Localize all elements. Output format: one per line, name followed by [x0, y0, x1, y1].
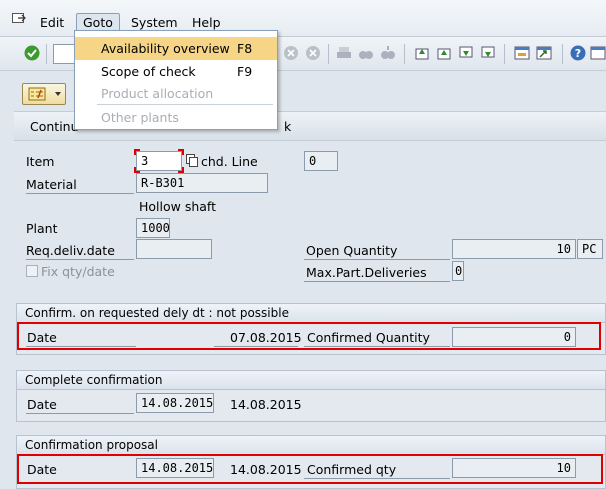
highlight-box	[17, 454, 603, 484]
plant-field: 1000	[136, 218, 170, 238]
sched-line-label: chd. Line	[201, 154, 258, 169]
menu-window-icon[interactable]	[12, 13, 26, 25]
material-description: Hollow shaft	[139, 199, 217, 214]
new-session-icon[interactable]	[514, 45, 530, 61]
menu-item-scope-of-check[interactable]: Scope of check F9	[75, 60, 277, 83]
action-menu-button[interactable]	[22, 83, 66, 105]
date-label: Date	[27, 397, 57, 412]
menu-system[interactable]: System	[131, 15, 178, 30]
material-field: R-B301	[136, 173, 268, 193]
item-label: Item	[26, 154, 55, 169]
continue-button[interactable]: Continu	[30, 119, 79, 134]
open-quantity-label: Open Quantity	[306, 243, 398, 258]
req-deliv-date-label: Req.deliv.date	[26, 243, 115, 258]
menu-item-availability-overview[interactable]: Availability overview F8	[75, 37, 277, 60]
open-quantity-field: 10	[452, 239, 576, 259]
shortcut-icon[interactable]	[536, 45, 552, 61]
req-deliv-date-field	[136, 239, 212, 259]
required-marker	[178, 149, 184, 155]
sched-line-field: 0	[304, 151, 338, 171]
complete-confirmation-date-text: 14.08.2015	[230, 397, 302, 412]
main-content: Continu k Item 3 chd. Line 0 Material R-…	[0, 71, 606, 489]
first-page-icon[interactable]	[414, 45, 430, 61]
fix-qty-label: Fix qty/date	[41, 264, 115, 279]
max-part-deliveries-label: Max.Part.Deliveries	[306, 265, 427, 280]
menu-item-product-allocation: Product allocation	[101, 86, 214, 101]
print-icon[interactable]	[336, 45, 352, 61]
find-icon[interactable]	[358, 45, 374, 61]
group-title: Confirm. on requested dely dt : not poss…	[17, 304, 605, 323]
next-page-icon[interactable]	[458, 45, 474, 61]
item-field[interactable]: 3	[136, 151, 182, 171]
copy-icon[interactable]	[186, 154, 198, 167]
group-title: Complete confirmation	[17, 371, 605, 390]
goto-dropdown-menu: Availability overview F8 Scope of check …	[74, 30, 278, 130]
material-label: Material	[26, 177, 77, 192]
find-next-icon[interactable]	[380, 45, 396, 61]
exit-icon[interactable]	[305, 45, 321, 61]
complete-confirmation-group: Complete confirmation	[16, 370, 606, 422]
last-page-icon[interactable]	[480, 45, 496, 61]
open-quantity-unit: PC	[577, 239, 603, 259]
menu-help[interactable]: Help	[192, 15, 221, 30]
cancel-icon[interactable]	[283, 45, 299, 61]
enter-check-icon[interactable]	[24, 45, 40, 61]
help-icon[interactable]: ?	[570, 45, 586, 61]
svg-text:?: ?	[575, 47, 581, 60]
customize-layout-icon[interactable]	[590, 45, 606, 61]
max-part-deliveries-field: 0	[452, 261, 464, 281]
menu-edit[interactable]: Edit	[40, 15, 64, 30]
dropdown-arrow-icon	[55, 92, 61, 96]
previous-page-icon[interactable]	[436, 45, 452, 61]
checkmark-list-icon	[28, 87, 46, 101]
appbar-button-fragment[interactable]: k	[284, 119, 291, 134]
complete-confirmation-date-field: 14.08.2015	[136, 393, 214, 413]
highlight-box	[17, 322, 601, 350]
group-title: Confirmation proposal	[17, 436, 605, 455]
fix-qty-checkbox[interactable]	[26, 265, 38, 277]
plant-label: Plant	[26, 221, 58, 236]
menu-item-other-plants: Other plants	[101, 110, 179, 125]
required-marker	[134, 149, 140, 155]
